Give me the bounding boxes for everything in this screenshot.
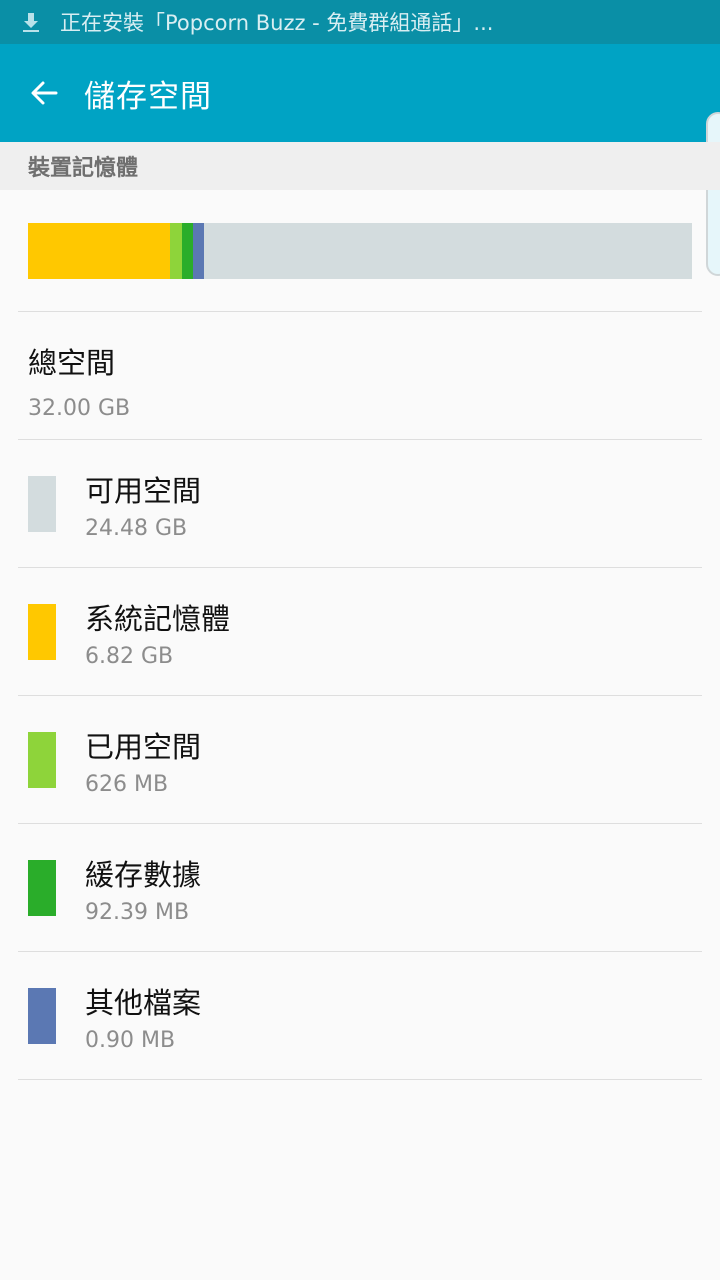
storage-item-available[interactable]: 可用空間 24.48 GB [0,440,720,568]
app-bar: 儲存空間 [0,44,720,142]
section-header-label: 裝置記憶體 [28,156,139,181]
color-swatch [28,604,56,660]
total-space: 總空間 32.00 GB [28,340,130,421]
total-space-label: 總空間 [28,346,116,380]
usage-bar-segment [28,223,170,279]
color-swatch [28,988,56,1044]
storage-item-value: 0.90 MB [85,1028,176,1053]
storage-item-label: 緩存數據 [85,858,202,892]
storage-item-system[interactable]: 系統記憶體 6.82 GB [0,568,720,696]
storage-item-value: 24.48 GB [85,516,188,541]
edge-panel-handle[interactable] [706,112,720,276]
storage-item-other[interactable]: 其他檔案 0.90 MB [0,952,720,1080]
color-swatch [28,860,56,916]
color-swatch [28,732,56,788]
color-swatch [28,476,56,532]
download-icon [23,13,39,32]
storage-item-used[interactable]: 已用空間 626 MB [0,696,720,824]
back-arrow-icon [31,81,58,105]
storage-item-cache[interactable]: 緩存數據 92.39 MB [0,824,720,952]
status-bar: 正在安裝「Popcorn Buzz - 免費群組通話」... [0,0,720,44]
divider [18,311,702,312]
section-header: 裝置記憶體 [0,142,720,190]
storage-usage-bar [28,223,692,279]
usage-bar-segment [182,223,194,279]
total-space-value: 32.00 GB [28,396,131,421]
divider [18,1079,702,1080]
storage-item-value: 6.82 GB [85,644,174,669]
storage-item-label: 可用空間 [85,474,202,508]
usage-bar-segment [193,223,205,279]
storage-item-value: 626 MB [85,772,169,797]
back-button[interactable] [22,71,66,115]
storage-item-label: 系統記憶體 [85,602,231,636]
storage-item-label: 已用空間 [85,730,202,764]
status-notification-text: 正在安裝「Popcorn Buzz - 免費群組通話」... [60,11,494,35]
storage-item-value: 92.39 MB [85,900,190,925]
page-title: 儲存空間 [84,78,212,115]
storage-item-label: 其他檔案 [85,986,202,1020]
usage-bar-segment [169,223,183,279]
